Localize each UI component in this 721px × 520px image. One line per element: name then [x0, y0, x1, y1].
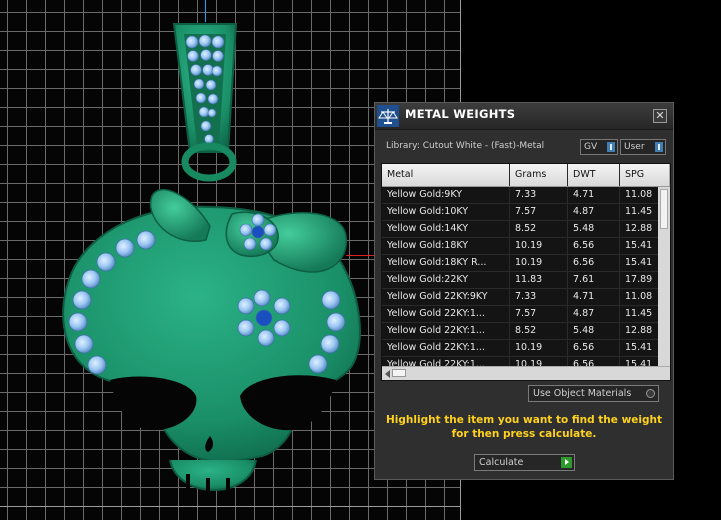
cell-dwt: 6.56	[568, 238, 620, 254]
cell-metal: Yellow Gold:9KY	[382, 187, 510, 203]
user-toggle[interactable]: User	[620, 139, 666, 155]
cell-metal: Yellow Gold:14KY	[382, 221, 510, 237]
cell-dwt: 5.48	[568, 323, 620, 339]
cell-metal: Yellow Gold 22KY:1...	[382, 306, 510, 322]
cell-grams: 7.57	[510, 204, 568, 220]
column-header-spg[interactable]: SPG	[620, 164, 670, 186]
cell-dwt: 4.87	[568, 204, 620, 220]
cell-grams: 8.52	[510, 221, 568, 237]
cell-dwt: 7.61	[568, 272, 620, 288]
use-object-materials-option[interactable]: Use Object Materials	[528, 385, 659, 402]
viewport-border-bottom	[0, 506, 461, 507]
table-row[interactable]: Yellow Gold 22KY:1... 7.57 4.87 11.45	[382, 306, 658, 323]
cell-metal: Yellow Gold 22KY:1...	[382, 340, 510, 356]
calculate-button[interactable]: Calculate	[474, 454, 575, 471]
instruction-text: Highlight the item you want to find the …	[386, 414, 662, 440]
scroll-left-arrow-icon[interactable]	[385, 370, 390, 378]
table-row[interactable]: Yellow Gold:14KY 8.52 5.48 12.88	[382, 221, 658, 238]
cell-dwt: 4.71	[568, 289, 620, 305]
horizontal-scrollbar[interactable]	[382, 366, 670, 380]
table-row[interactable]: Yellow Gold:10KY 7.57 4.87 11.45	[382, 204, 658, 221]
radio-icon	[646, 389, 655, 398]
panel-title: METAL WEIGHTS	[405, 107, 516, 121]
column-header-grams[interactable]: Grams	[510, 164, 568, 186]
use-object-materials-label: Use Object Materials	[533, 388, 632, 399]
table-row[interactable]: Yellow Gold:9KY 7.33 4.71 11.08	[382, 187, 658, 204]
cell-grams: 10.19	[510, 340, 568, 356]
vertical-scrollbar[interactable]	[658, 187, 670, 367]
cell-grams: 11.83	[510, 272, 568, 288]
table-row[interactable]: Yellow Gold 22KY:1... 8.52 5.48 12.88	[382, 323, 658, 340]
cell-grams: 10.19	[510, 255, 568, 271]
column-header-dwt[interactable]: DWT	[568, 164, 620, 186]
cell-dwt: 6.56	[568, 255, 620, 271]
cell-dwt: 4.87	[568, 306, 620, 322]
gv-toggle-label: GV	[584, 142, 598, 152]
metal-weights-table: Metal Grams DWT SPG Yellow Gold:9KY 7.33 4…	[381, 163, 671, 381]
cell-metal: Yellow Gold 22KY:9KY	[382, 289, 510, 305]
table-row[interactable]: Yellow Gold 22KY:1... 10.19 6.56 15.41	[382, 340, 658, 357]
table-row[interactable]: Yellow Gold:18KY R... 10.19 6.56 15.41	[382, 255, 658, 272]
cell-dwt: 4.71	[568, 187, 620, 203]
table-row[interactable]: Yellow Gold:22KY 11.83 7.61 17.89	[382, 272, 658, 289]
gv-toggle[interactable]: GV	[580, 139, 618, 155]
calculate-label: Calculate	[479, 457, 524, 468]
table-header: Metal Grams DWT SPG	[382, 164, 670, 187]
cell-dwt: 5.48	[568, 221, 620, 237]
cell-metal: Yellow Gold:18KY	[382, 238, 510, 254]
panel-titlebar[interactable]: METAL WEIGHTS ✕	[375, 103, 673, 130]
cell-grams: 7.33	[510, 187, 568, 203]
metal-weights-panel: METAL WEIGHTS ✕ Library: Cutout White - …	[374, 102, 674, 480]
cell-metal: Yellow Gold:22KY	[382, 272, 510, 288]
cell-grams: 10.19	[510, 238, 568, 254]
cell-metal: Yellow Gold:18KY R...	[382, 255, 510, 271]
cell-grams: 8.52	[510, 323, 568, 339]
scale-icon	[377, 105, 399, 127]
table-row[interactable]: Yellow Gold 22KY:9KY 7.33 4.71 11.08	[382, 289, 658, 306]
cell-grams: 7.33	[510, 289, 568, 305]
cell-grams: 7.57	[510, 306, 568, 322]
user-toggle-label: User	[624, 142, 645, 152]
column-header-metal[interactable]: Metal	[382, 164, 510, 186]
table-body: Yellow Gold:9KY 7.33 4.71 11.08 Yellow Gold…	[382, 187, 658, 374]
table-row[interactable]: Yellow Gold:18KY 10.19 6.56 15.41	[382, 238, 658, 255]
vertical-scroll-thumb[interactable]	[660, 189, 668, 229]
close-button[interactable]: ✕	[653, 109, 667, 123]
toggle-switch-icon	[607, 142, 615, 152]
cell-metal: Yellow Gold:10KY	[382, 204, 510, 220]
toggle-switch-icon	[655, 142, 663, 152]
cell-metal: Yellow Gold 22KY:1...	[382, 323, 510, 339]
play-arrow-icon	[561, 457, 572, 468]
cell-dwt: 6.56	[568, 340, 620, 356]
library-label: Library: Cutout White - (Fast)-Metal	[386, 141, 545, 151]
horizontal-scroll-thumb[interactable]	[392, 369, 406, 377]
